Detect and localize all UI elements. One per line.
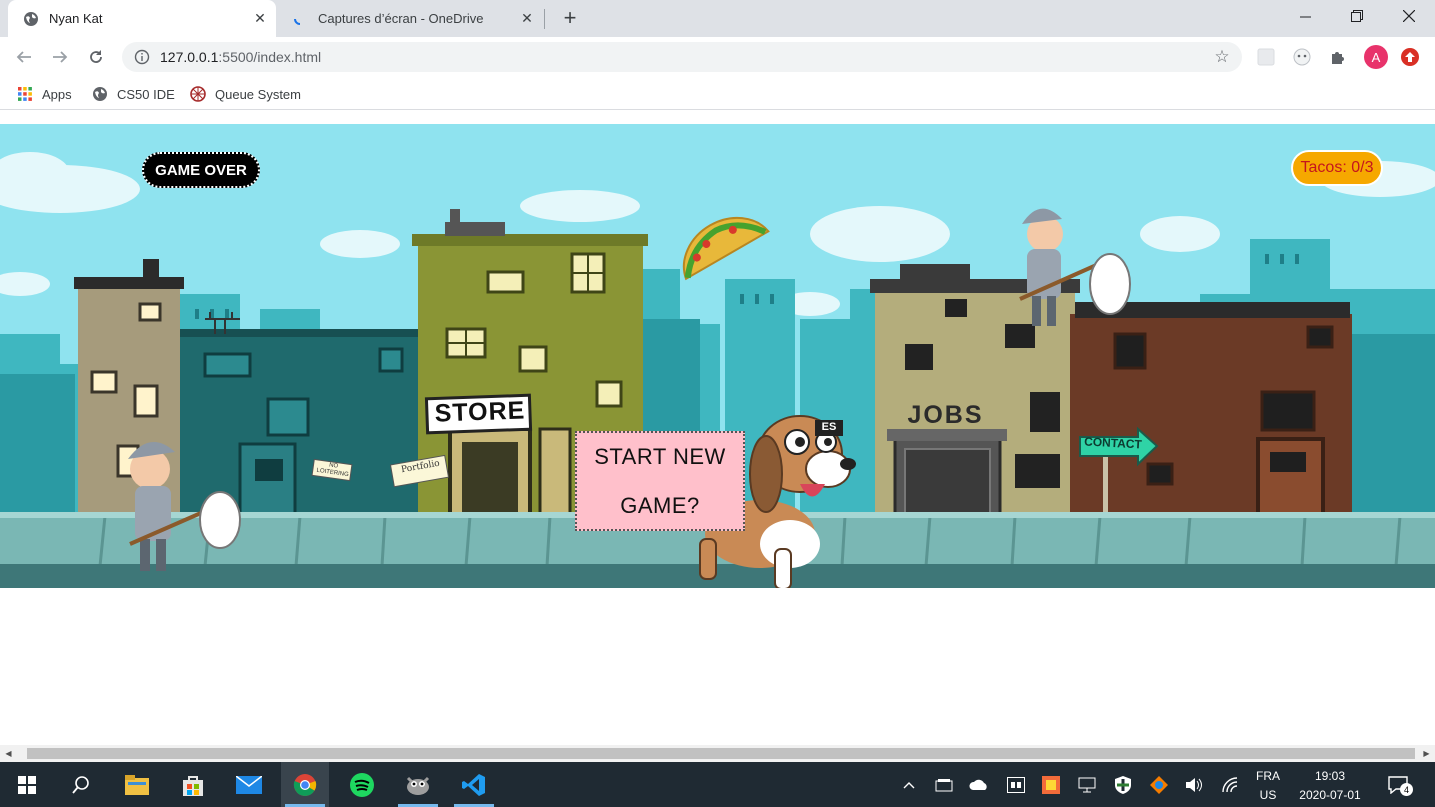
volume-icon[interactable] (1183, 774, 1205, 796)
extension-face-icon[interactable] (1292, 47, 1312, 67)
taskbar-chrome[interactable] (281, 762, 329, 807)
store-bag-icon (183, 775, 203, 796)
wifi-icon[interactable] (1220, 774, 1242, 796)
input-language[interactable]: FRA US (1250, 767, 1286, 805)
language-code: FRA (1256, 769, 1280, 783)
jobs-sign: JOBS (907, 401, 984, 429)
taskbar-spotify[interactable] (338, 762, 386, 807)
globe-icon (93, 87, 107, 101)
minimize-icon (1299, 16, 1311, 17)
start-line-2: GAME? (620, 493, 700, 518)
tray-display-icon[interactable] (1076, 774, 1098, 796)
info-icon[interactable] (134, 49, 150, 65)
system-clock[interactable]: 19:03 2020-07-01 (1290, 767, 1370, 805)
notification-count-badge: 4 (1400, 783, 1413, 796)
close-icon (1403, 10, 1415, 22)
tray-colorful-app-icon[interactable] (1040, 774, 1062, 796)
globe-icon (24, 11, 38, 26)
bookmark-label: Queue System (215, 86, 301, 102)
bookmark-cs50-ide[interactable]: CS50 IDE (92, 84, 175, 104)
tacos-counter: Tacos: 0/3 (1291, 150, 1383, 186)
tray-app-icon[interactable] (1005, 774, 1027, 796)
reload-button[interactable] (84, 45, 108, 69)
onedrive-loading-icon (294, 18, 301, 25)
notifications-button[interactable]: 4 (1387, 774, 1413, 796)
scroll-right-arrow-icon[interactable]: ▶ (1418, 745, 1435, 762)
close-tab-icon[interactable]: ✕ (517, 9, 537, 29)
windows-logo-icon (18, 775, 36, 794)
spotify-icon (350, 772, 374, 797)
clock-time: 19:03 (1314, 769, 1346, 783)
tray-storage-icon[interactable] (933, 774, 955, 796)
vscode-icon (462, 773, 485, 796)
search-button[interactable] (57, 762, 105, 807)
queue-wheel-icon (190, 86, 206, 102)
back-arrow-icon (16, 51, 31, 63)
security-shield-icon[interactable] (1112, 774, 1134, 796)
show-hidden-icons-chevron-icon[interactable] (898, 774, 920, 796)
update-icon[interactable] (1400, 47, 1420, 67)
clock-date: 2020-07-01 (1299, 788, 1361, 802)
extension-blank-icon[interactable] (1256, 47, 1276, 67)
start-new-game-label: START NEW GAME? (594, 432, 726, 530)
bookmark-label: Apps (42, 86, 72, 102)
url-path: :5500/index.html (218, 49, 322, 65)
folder-icon (125, 774, 149, 795)
keyboard-layout: US (1259, 788, 1277, 802)
new-tab-button[interactable]: + (558, 6, 582, 30)
forward-button[interactable] (48, 45, 72, 69)
taskbar-file-explorer[interactable] (113, 762, 161, 807)
url-text: 127.0.0.1:5500/index.html (160, 49, 321, 65)
avatar-initial: A (1371, 49, 1381, 65)
scrollbar-thumb[interactable] (27, 748, 1415, 759)
close-tab-icon[interactable]: ✕ (250, 9, 270, 29)
store-sign: STORE (434, 396, 526, 428)
taskbar-vscode[interactable] (450, 762, 498, 807)
restore-button[interactable] (1334, 0, 1380, 32)
taskbar-store[interactable] (169, 762, 217, 807)
search-icon (72, 775, 89, 794)
page-viewport: STORE JOBS CONTACT Portfolio NO LOITERIN… (0, 111, 1435, 746)
tab-title: Nyan Kat (49, 11, 103, 26)
horizontal-scrollbar[interactable]: ◀ ▶ (0, 745, 1435, 762)
game-scene[interactable]: STORE JOBS CONTACT Portfolio NO LOITERIN… (0, 124, 1435, 588)
bookmarks-bar: Apps CS50 IDE Queue System (0, 77, 1435, 110)
tab-nyan-kat[interactable]: Nyan Kat ✕ (8, 0, 276, 37)
back-button[interactable] (12, 45, 36, 69)
profile-avatar[interactable]: A (1364, 45, 1388, 69)
minimize-button[interactable] (1282, 0, 1328, 32)
bookmark-apps[interactable]: Apps (17, 84, 72, 104)
onedrive-cloud-icon[interactable] (968, 774, 990, 796)
close-window-button[interactable] (1386, 0, 1432, 32)
url-host: 127.0.0.1 (160, 49, 219, 65)
start-button[interactable] (3, 762, 51, 807)
taskbar-mail[interactable] (225, 762, 273, 807)
bookmark-label: CS50 IDE (117, 86, 175, 102)
mail-icon (236, 775, 262, 794)
start-line-1: START NEW (594, 444, 726, 469)
browser-toolbar: 127.0.0.1:5500/index.html ☆ A (0, 37, 1435, 77)
game-over-badge: GAME OVER (142, 152, 260, 188)
taskbar-gimp[interactable] (394, 762, 442, 807)
tab-strip: Nyan Kat ✕ Captures d’écran - OneDrive ✕… (0, 0, 1435, 37)
gimp-icon (406, 776, 430, 795)
windows-taskbar: FRA US 19:03 2020-07-01 4 (0, 762, 1435, 807)
tray-puzzle-app-icon[interactable] (1148, 774, 1170, 796)
forward-arrow-icon (53, 51, 68, 63)
chrome-icon (293, 773, 317, 796)
reload-icon (90, 50, 102, 63)
apps-grid-icon (18, 87, 32, 101)
tab-divider (544, 9, 545, 29)
address-bar[interactable]: 127.0.0.1:5500/index.html ☆ (122, 42, 1242, 72)
extensions-puzzle-icon[interactable] (1328, 47, 1348, 67)
start-new-game-button[interactable]: START NEW GAME? (575, 431, 745, 531)
restore-icon (1351, 10, 1363, 22)
tab-onedrive[interactable]: Captures d’écran - OneDrive ✕ (277, 0, 543, 37)
bookmark-queue-system[interactable]: Queue System (190, 84, 301, 104)
scroll-left-arrow-icon[interactable]: ◀ (0, 745, 17, 762)
bookmark-star-icon[interactable]: ☆ (1212, 47, 1232, 67)
tab-title: Captures d’écran - OneDrive (318, 11, 484, 26)
partial-sign: ES (821, 421, 837, 433)
